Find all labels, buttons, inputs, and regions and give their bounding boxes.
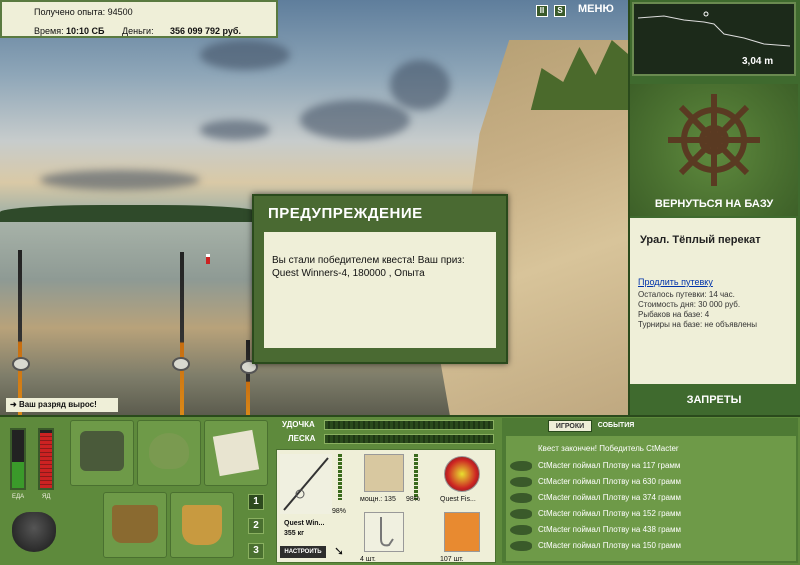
line-tension-bar xyxy=(324,434,494,444)
tab-players[interactable]: ИГРОКИ xyxy=(548,420,592,432)
float-bobber[interactable] xyxy=(206,254,210,264)
rod-tension-bar xyxy=(324,420,494,430)
rod-label: УДОЧКА xyxy=(282,420,315,429)
rod-condition-bar xyxy=(338,454,342,500)
line-name: Quest Fis... xyxy=(440,496,476,503)
time-label: Время: xyxy=(34,26,64,36)
cloud xyxy=(40,170,200,190)
rank-up-notification[interactable]: ➜ Ваш разряд вырос! xyxy=(6,398,118,412)
rank-up-text: Ваш разряд вырос! xyxy=(18,400,97,409)
event-text: CtMacter поймал Плотву на 117 грамм xyxy=(538,461,681,470)
ship-wheel-icon xyxy=(668,94,760,186)
return-to-base-label[interactable]: ВЕРНУТЬСЯ НА БАЗУ xyxy=(632,198,796,210)
fish-icon xyxy=(510,509,532,519)
inventory-slot-bucket[interactable] xyxy=(170,492,234,558)
tournaments-status: Турниры на базе: не объявлены xyxy=(638,320,757,329)
pause-button[interactable]: II xyxy=(536,5,548,17)
experience-label: Получено опыта: 94500 xyxy=(34,7,133,17)
fish-icon xyxy=(510,493,532,503)
event-text: CtMacter поймал Плотву на 374 грамм xyxy=(538,493,681,502)
line-label: ЛЕСКА xyxy=(288,434,316,443)
return-to-base-button[interactable] xyxy=(630,84,798,216)
poison-meter-fill xyxy=(40,432,52,488)
list-item: CtMacter поймал Плотву на 150 грамм xyxy=(506,538,796,554)
extend-permit-link[interactable]: Продлить путевку xyxy=(638,277,713,287)
day-cost: Стоимость дня: 30 000 руб. xyxy=(638,300,741,309)
arrow-down-icon[interactable]: ➘ xyxy=(334,544,344,558)
quest-finished-text: Квест закончен! Победитель CtMacter xyxy=(538,444,679,453)
food-label: ЕДА xyxy=(12,494,25,500)
base-title: Урал. Тёплый перекат xyxy=(640,234,761,246)
inventory-slot-sack[interactable] xyxy=(137,420,201,486)
fish-icon xyxy=(510,461,532,471)
inventory-slot-bag[interactable] xyxy=(70,420,134,486)
player-info-panel: Получено опыта: 94500 Время: 10:10 СБ Де… xyxy=(0,0,278,38)
configure-button[interactable]: НАСТРОИТЬ xyxy=(280,546,326,558)
event-text: CtMacter поймал Плотву на 630 грамм xyxy=(538,477,681,486)
cauldron-icon[interactable] xyxy=(12,512,56,552)
money-label: Деньги: xyxy=(122,26,154,36)
arrow-right-icon: ➜ xyxy=(10,400,19,409)
page-button-2[interactable]: 2 xyxy=(248,518,264,534)
reel-percent: 98% xyxy=(406,496,421,503)
journal-icon xyxy=(212,429,260,477)
rod-name: Quest Win... xyxy=(284,520,325,527)
poison-meter xyxy=(38,428,54,490)
list-item: CtMacter поймал Плотву на 438 грамм xyxy=(506,522,796,538)
tab-events[interactable]: СОБЫТИЯ xyxy=(594,420,638,432)
list-item: CtMacter поймал Плотву на 152 грамм xyxy=(506,506,796,522)
menu-button[interactable]: МЕНЮ xyxy=(578,3,614,15)
hook-icon[interactable] xyxy=(364,512,404,552)
food-basket-icon xyxy=(112,505,158,543)
bucket-icon xyxy=(182,505,222,545)
fishing-rod-3[interactable] xyxy=(246,340,250,415)
permit-remaining: Осталось путевки: 14 час. xyxy=(638,290,735,299)
page-button-1[interactable]: 1 xyxy=(248,494,264,510)
cloud xyxy=(200,40,290,70)
reel-icon[interactable] xyxy=(12,357,30,371)
fish-icon xyxy=(510,525,532,535)
list-item: CtMacter поймал Плотву на 117 грамм xyxy=(506,458,796,474)
event-text: CtMacter поймал Плотву на 152 грамм xyxy=(538,509,681,518)
rod-weight: 355 кг xyxy=(284,530,305,537)
reel-power: мощн.: 135 xyxy=(360,496,396,503)
bait-count: 107 шт. xyxy=(440,556,464,563)
hooks-count: 4 шт. xyxy=(360,556,376,563)
rod-percent: 98% xyxy=(332,508,347,515)
cloud xyxy=(200,120,270,140)
fishing-rod-2[interactable] xyxy=(180,252,184,415)
cloud xyxy=(390,60,450,110)
reel-slot-icon[interactable] xyxy=(364,454,404,492)
inventory-slot-basket[interactable] xyxy=(103,492,167,558)
time-value: 10:10 СБ xyxy=(66,26,105,36)
cloud xyxy=(300,100,410,140)
poison-label: ЯД xyxy=(42,494,51,500)
rod-icon[interactable] xyxy=(280,454,332,514)
list-item: CtMacter поймал Плотву на 630 грамм xyxy=(506,474,796,490)
reel-condition-bar xyxy=(414,454,418,500)
tree-line xyxy=(0,205,260,223)
inventory-slot-journal[interactable] xyxy=(204,420,268,486)
line-spool-icon[interactable] xyxy=(444,456,480,492)
dialog-message: Вы стали победителем квеста! Ваш приз: Q… xyxy=(264,232,496,348)
money-value: 356 099 792 руб. xyxy=(170,26,241,36)
sack-icon xyxy=(149,433,189,469)
fishing-rod-1[interactable] xyxy=(18,250,22,415)
food-meter-fill xyxy=(12,461,24,488)
event-text: CtMacter поймал Плотву на 438 грамм xyxy=(538,525,681,534)
list-item: CtMacter поймал Плотву на 374 грамм xyxy=(506,490,796,506)
reel-icon[interactable] xyxy=(172,357,190,371)
bans-button[interactable]: ЗАПРЕТЫ xyxy=(632,394,796,406)
depth-value: 3,04 m xyxy=(742,56,774,67)
bait-box-icon[interactable] xyxy=(444,512,480,552)
page-button-3[interactable]: 3 xyxy=(248,543,264,559)
food-meter xyxy=(10,428,26,490)
event-text: CtMacter поймал Плотву на 150 грамм xyxy=(538,541,681,550)
fish-icon xyxy=(510,541,532,551)
dialog-title: ПРЕДУПРЕЖДЕНИЕ xyxy=(268,205,423,222)
sound-button[interactable]: S xyxy=(554,5,566,17)
fish-icon xyxy=(510,477,532,487)
tackle-bag-icon xyxy=(80,431,124,471)
fishers-count: Рыбаков на базе: 4 xyxy=(638,310,710,319)
